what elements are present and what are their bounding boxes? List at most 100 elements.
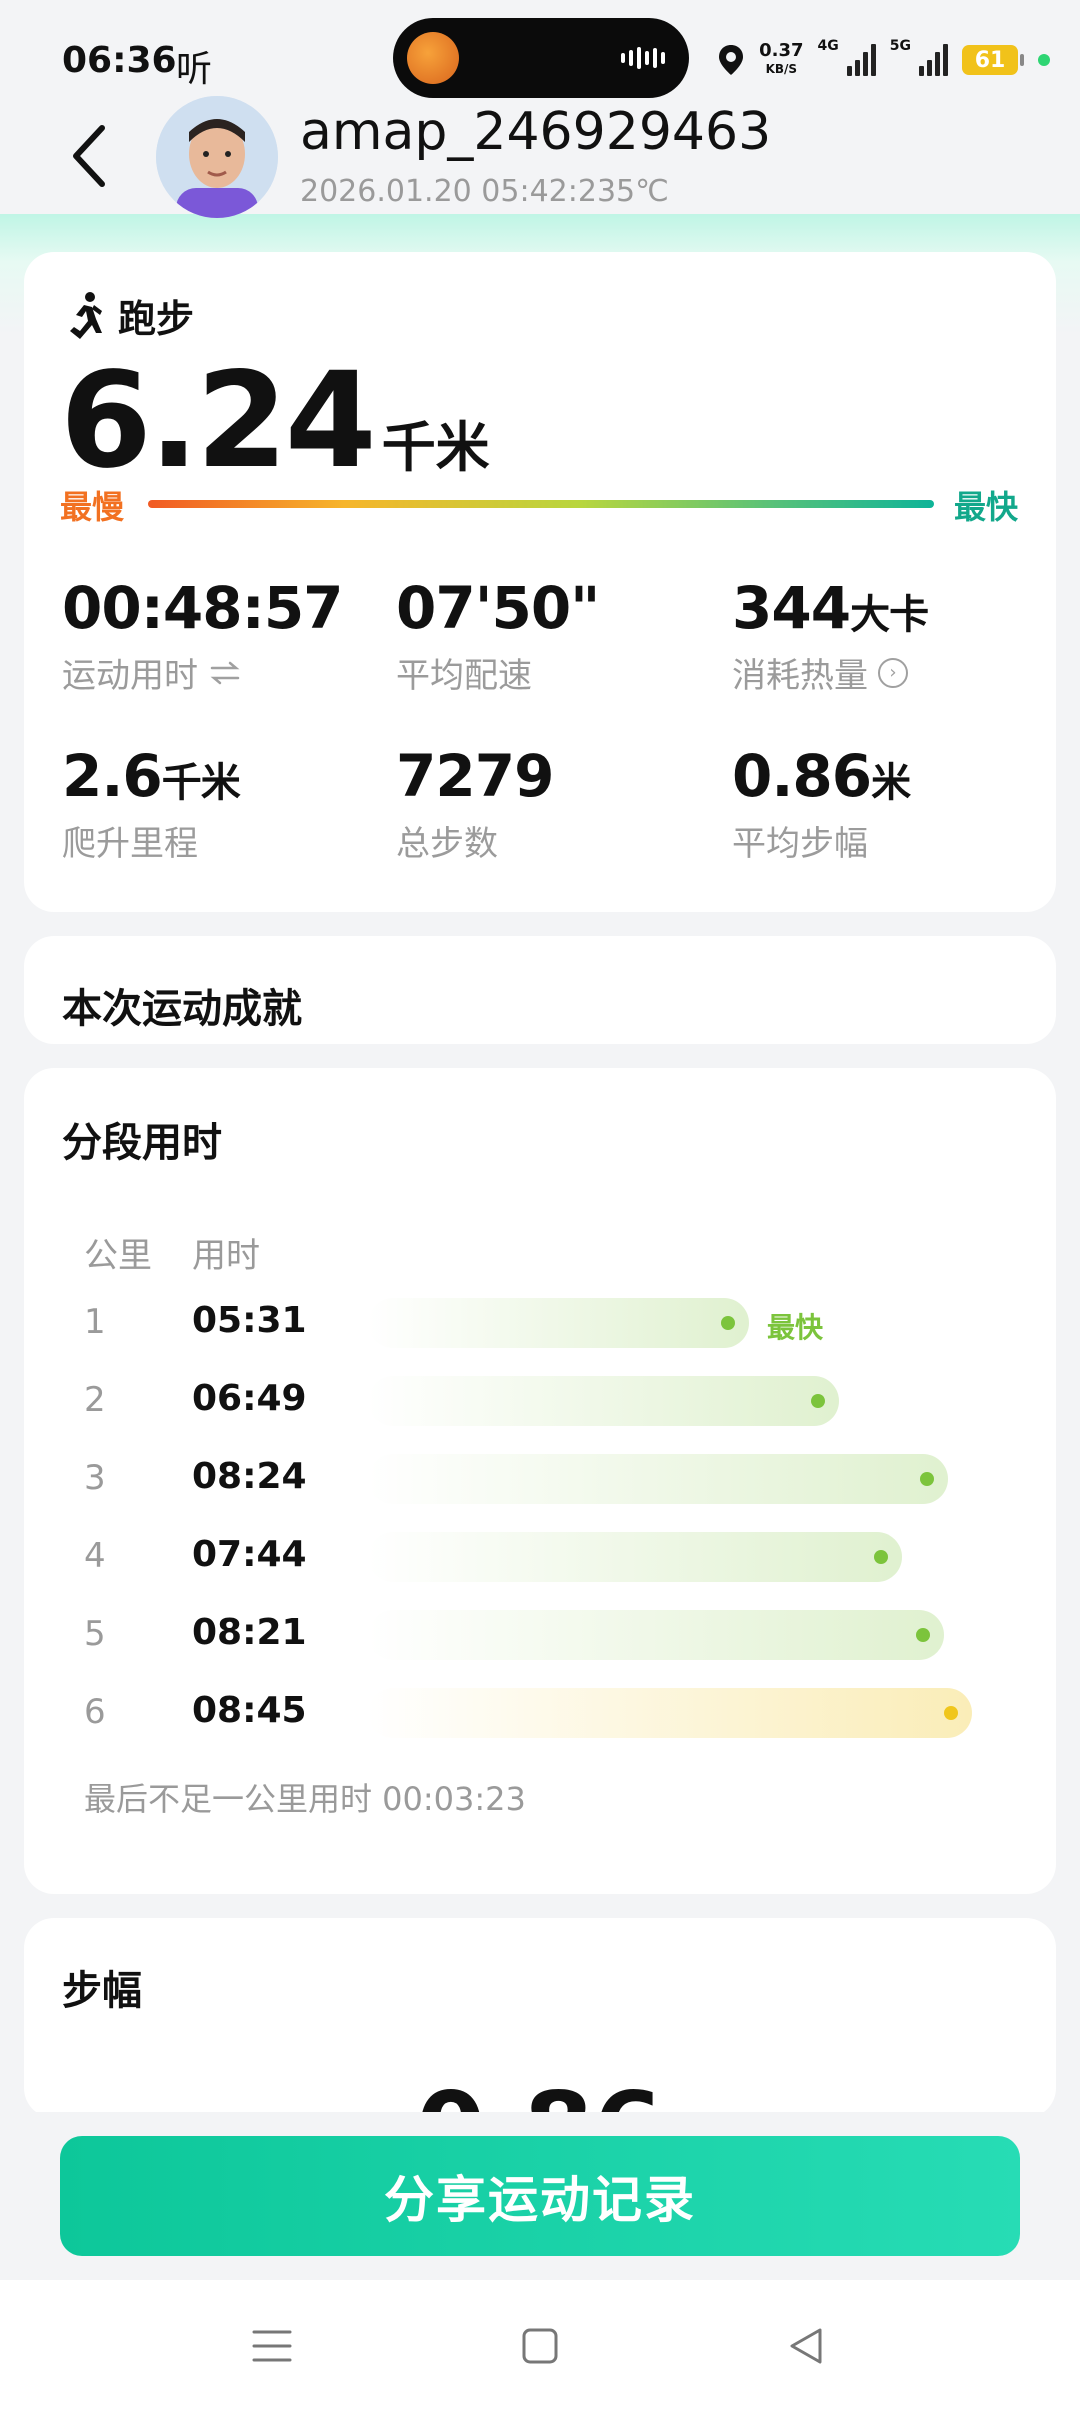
split-bar	[368, 1610, 944, 1660]
split-time: 08:45	[192, 1690, 307, 1731]
split-time: 08:21	[192, 1612, 307, 1653]
stat-duration-label: 运动用时	[62, 656, 198, 696]
splits-col-time: 用时	[192, 1236, 260, 1276]
stat-avg-pace: 07'50" 平均配速	[396, 574, 600, 697]
pace-slowest-label: 最慢	[60, 488, 125, 526]
splits-title: 分段用时	[62, 1120, 222, 1166]
stat-stride-unit: 米	[871, 760, 911, 806]
summary-card: 跑步 6.24 千米 最慢 最快 00:48:57 运动用时 07'50" 平均…	[24, 252, 1056, 912]
avatar-image	[156, 96, 278, 218]
split-row: 2 06:49	[24, 1376, 1056, 1430]
split-bar-dot	[916, 1628, 930, 1642]
swap-icon[interactable]	[208, 660, 242, 686]
distance: 6.24 千米	[60, 344, 490, 498]
split-km: 4	[84, 1536, 106, 1576]
stride-value: 0.86	[416, 2070, 663, 2118]
avatar[interactable]	[156, 96, 278, 218]
achievements-card[interactable]: 本次运动成就	[24, 936, 1056, 1044]
stride-title: 步幅	[62, 1968, 142, 2014]
split-km: 3	[84, 1458, 106, 1498]
stat-steps: 7279 总步数	[396, 742, 554, 865]
stat-climb-value: 2.6	[62, 742, 163, 810]
split-bar-dot	[721, 1316, 735, 1330]
stat-calories[interactable]: 344大卡 消耗热量 ›	[732, 574, 929, 697]
share-bar: 分享运动记录	[0, 2112, 1080, 2280]
split-bar	[368, 1298, 749, 1348]
activity-label: 跑步	[118, 297, 195, 341]
stat-stride-value: 0.86	[732, 742, 872, 810]
pace-gradient-bar	[148, 500, 934, 508]
split-km: 6	[84, 1692, 106, 1732]
split-row: 1 05:31 最快	[24, 1298, 1056, 1352]
distance-unit: 千米	[381, 416, 490, 479]
header: amap_246929463 2026.01.20 05:42:235℃	[0, 96, 1080, 218]
split-fastest-tag: 最快	[767, 1311, 824, 1344]
stat-calories-unit: 大卡	[850, 592, 929, 638]
split-bar	[368, 1532, 902, 1582]
net-5g-label: 5G	[889, 38, 911, 54]
split-km: 2	[84, 1380, 106, 1420]
dynamic-island[interactable]	[393, 18, 689, 98]
split-bar-dot	[874, 1550, 888, 1564]
share-record-button[interactable]: 分享运动记录	[60, 2136, 1020, 2256]
split-bar	[368, 1376, 839, 1426]
back-button[interactable]	[62, 116, 122, 196]
stat-duration-value: 00:48:57	[62, 574, 344, 642]
achievements-title: 本次运动成就	[62, 986, 302, 1032]
pace-fastest-label: 最快	[954, 488, 1019, 526]
stat-steps-value: 7279	[396, 742, 554, 810]
splits-remainder-note: 最后不足一公里用时 00:03:23	[84, 1780, 526, 1818]
split-time: 06:49	[192, 1378, 307, 1419]
battery-icon: 61	[962, 45, 1024, 75]
signal-icon	[846, 44, 876, 76]
split-row: 4 07:44	[24, 1532, 1056, 1586]
stat-stride: 0.86米 平均步幅	[732, 742, 911, 865]
home-square-icon[interactable]	[518, 2324, 562, 2368]
stat-climb: 2.6千米 爬升里程	[62, 742, 241, 865]
battery-level: 61	[974, 47, 1006, 73]
split-km: 1	[84, 1302, 106, 1342]
distance-value: 6.24	[60, 344, 377, 498]
stat-calories-value: 344	[732, 574, 851, 642]
stat-steps-label: 总步数	[396, 824, 498, 864]
split-bar	[368, 1454, 948, 1504]
split-time: 05:31	[192, 1300, 307, 1341]
signal-icon-2	[919, 44, 948, 76]
split-time: 07:44	[192, 1534, 307, 1575]
stat-climb-label: 爬升里程	[62, 824, 198, 864]
status-icons: 0.37 KB/S 4G 5G 61	[717, 38, 1050, 82]
status-ting: 听	[176, 49, 213, 90]
menu-icon[interactable]	[250, 2324, 294, 2368]
status-time: 06:36	[62, 40, 177, 81]
split-row: 5 08:21	[24, 1610, 1056, 1664]
split-row: 6 08:45	[24, 1688, 1056, 1742]
split-row: 3 08:24	[24, 1454, 1056, 1508]
splits-col-km: 公里	[84, 1236, 152, 1276]
splits-card: 分段用时 公里 用时 1 05:31 最快 2 06:49 3 08:24 4 07:44 5 08…	[24, 1068, 1056, 1894]
username: amap_246929463	[300, 102, 772, 162]
split-bar-dot	[811, 1394, 825, 1408]
audio-wave-icon	[621, 46, 665, 70]
island-app-icon	[407, 32, 459, 84]
location-icon	[719, 45, 744, 75]
stat-avg-pace-label: 平均配速	[396, 656, 532, 696]
network-speed: 0.37 KB/S	[759, 40, 804, 77]
running-icon	[70, 291, 102, 339]
stat-climb-unit: 千米	[161, 760, 241, 806]
privacy-dot-icon	[1038, 54, 1050, 66]
split-bar	[368, 1688, 972, 1738]
stride-card: 步幅 0.86	[24, 1918, 1056, 2118]
net-4g-label: 4G	[817, 38, 839, 54]
split-time: 08:24	[192, 1456, 307, 1497]
split-bar-dot	[920, 1472, 934, 1486]
record-datetime-weather: 2026.01.20 05:42:235℃	[300, 174, 669, 209]
activity-type: 跑步	[62, 288, 194, 343]
split-km: 5	[84, 1614, 106, 1654]
system-nav-bar	[0, 2280, 1080, 2412]
stat-stride-label: 平均步幅	[732, 824, 868, 864]
stat-duration[interactable]: 00:48:57 运动用时	[62, 574, 344, 697]
stat-calories-label: 消耗热量	[732, 656, 868, 696]
stat-avg-pace-value: 07'50"	[396, 574, 600, 642]
back-triangle-icon[interactable]	[784, 2324, 828, 2368]
chevron-right-circle-icon[interactable]: ›	[878, 657, 908, 688]
